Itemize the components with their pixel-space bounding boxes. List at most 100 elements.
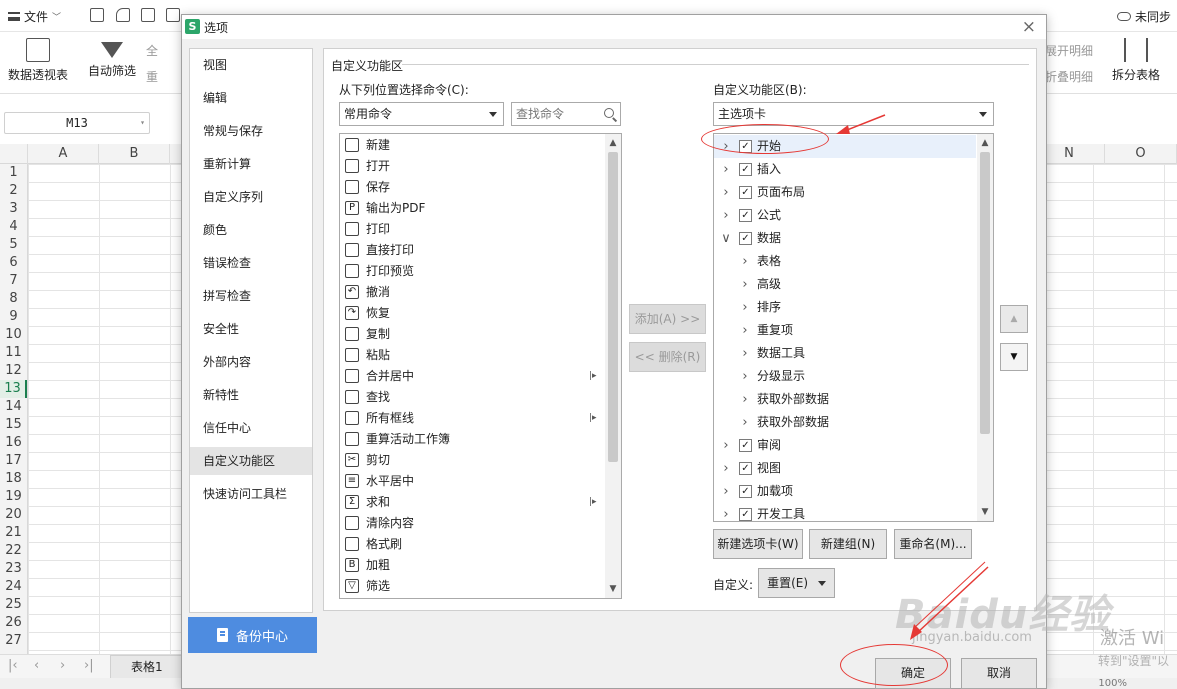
category-item[interactable]: 颜色 [190, 216, 312, 244]
command-item[interactable]: ↷ 恢复 [342, 303, 602, 324]
scroll-down-icon[interactable]: ▼ [605, 582, 621, 596]
command-item[interactable]: 格式刷 [342, 534, 602, 555]
close-icon[interactable]: × [1022, 17, 1036, 37]
chevron-right-icon[interactable]: › [720, 480, 732, 503]
cancel-button[interactable]: 取消 [961, 658, 1037, 689]
chevron-right-icon[interactable]: › [720, 158, 732, 181]
row-header[interactable]: 23 [0, 560, 27, 578]
chevron-right-icon[interactable]: › [720, 434, 732, 457]
category-item[interactable]: 自定义序列 [190, 183, 312, 211]
sync-status[interactable]: 未同步 [1116, 8, 1171, 25]
chevron-right-icon[interactable]: › [739, 273, 751, 296]
row-header[interactable]: 2 [0, 182, 27, 200]
tree-item[interactable]: › ✓ 视图 [714, 457, 976, 480]
tab-checkbox[interactable]: ✓ [739, 485, 752, 498]
chevron-right-icon[interactable]: › [720, 204, 732, 227]
row-header[interactable]: 7 [0, 272, 27, 290]
last-sheet-icon[interactable]: ›| [84, 658, 94, 673]
category-item[interactable]: 错误检查 [190, 249, 312, 277]
tab-checkbox[interactable]: ✓ [739, 209, 752, 222]
collapse-detail-button[interactable]: 折叠明细 [1045, 68, 1093, 85]
row-header[interactable]: 19 [0, 488, 27, 506]
tree-item[interactable]: › ✓ 公式 [714, 204, 976, 227]
command-item[interactable]: 新建 [342, 135, 602, 156]
ribbon-tree[interactable]: › ✓ 开始 › ✓ 插入 › ✓ 页面布局 › ✓ 公式 ∨ ✓ 数据 › 表格 › 高级 › 排序 › 重复项 › 数据工具… [713, 133, 994, 522]
column-header[interactable]: A [28, 144, 99, 164]
category-item[interactable]: 拼写检查 [190, 282, 312, 310]
category-item[interactable]: 外部内容 [190, 348, 312, 376]
chevron-right-icon[interactable]: › [739, 388, 751, 411]
command-item[interactable]: ✂ 剪切 [342, 450, 602, 471]
chevron-right-icon[interactable]: › [739, 365, 751, 388]
export-icon[interactable] [116, 8, 130, 22]
chevron-right-icon[interactable]: › [720, 503, 732, 521]
tab-checkbox[interactable]: ✓ [739, 163, 752, 176]
move-down-button[interactable]: ▼ [1000, 343, 1028, 371]
command-item[interactable]: 所有框线 |▸ [342, 408, 602, 429]
preview-icon[interactable] [166, 8, 180, 22]
scroll-down-icon[interactable]: ▼ [977, 505, 993, 519]
add-button[interactable]: 添加(A) >> [629, 304, 706, 334]
scroll-up-icon[interactable]: ▲ [977, 136, 993, 150]
new-tab-button[interactable]: 新建选项卡(W) [713, 529, 803, 559]
tree-item[interactable]: › 获取外部数据 [714, 388, 976, 411]
rename-button[interactable]: 重命名(M)... [894, 529, 972, 559]
pivot-table-button[interactable]: 数据透视表 [6, 38, 70, 83]
row-header[interactable]: 9 [0, 308, 27, 326]
ribbon-partial-1[interactable]: 全 [146, 42, 158, 59]
zoom-level[interactable]: 100% [1098, 678, 1127, 689]
tree-item[interactable]: › ✓ 审阅 [714, 434, 976, 457]
command-item[interactable]: 重算活动工作簿 [342, 429, 602, 450]
row-header[interactable]: 25 [0, 596, 27, 614]
sheet-tab[interactable]: 表格1 [110, 655, 184, 679]
chevron-right-icon[interactable]: › [739, 250, 751, 273]
row-header[interactable]: 11 [0, 344, 27, 362]
row-header[interactable]: 21 [0, 524, 27, 542]
ribbon-scope-dropdown[interactable]: 主选项卡 [713, 102, 994, 126]
chevron-down-icon[interactable]: ▾ [140, 113, 145, 133]
command-search-box[interactable] [511, 102, 621, 126]
row-header[interactable]: 24 [0, 578, 27, 596]
save-icon[interactable] [90, 8, 104, 22]
tree-item[interactable]: › 分级显示 [714, 365, 976, 388]
choose-from-dropdown[interactable]: 常用命令 [339, 102, 504, 126]
command-list-scrollbar[interactable]: ▲ ▼ [605, 134, 621, 598]
category-item[interactable]: 快速访问工具栏 [190, 480, 312, 508]
row-header[interactable]: 14 [0, 398, 27, 416]
tree-item[interactable]: › 获取外部数据 [714, 411, 976, 434]
scrollbar-thumb[interactable] [608, 152, 618, 462]
scrollbar-thumb[interactable] [980, 152, 990, 434]
command-item[interactable]: 保存 [342, 177, 602, 198]
tab-checkbox[interactable]: ✓ [739, 439, 752, 452]
select-all-corner[interactable] [0, 144, 28, 164]
category-item[interactable]: 视图 [190, 51, 312, 79]
command-item[interactable]: ▽ 筛选 [342, 576, 602, 597]
category-item[interactable]: 重新计算 [190, 150, 312, 178]
dialog-titlebar[interactable]: S 选项 × [182, 15, 1046, 39]
row-header[interactable]: 3 [0, 200, 27, 218]
category-item[interactable]: 新特性 [190, 381, 312, 409]
row-header[interactable]: 5 [0, 236, 27, 254]
autofilter-button[interactable]: 自动筛选 [86, 38, 138, 79]
ribbon-partial-2[interactable]: 重 [146, 68, 158, 85]
command-item[interactable]: P 输出为PDF [342, 198, 602, 219]
tree-item[interactable]: › ✓ 开发工具 [714, 503, 976, 521]
row-header[interactable]: 27 [0, 632, 27, 650]
file-menu[interactable]: 文件 ﹀ [8, 8, 61, 25]
command-item[interactable]: 复制 [342, 324, 602, 345]
command-item[interactable]: ↶ 撤消 [342, 282, 602, 303]
expand-detail-button[interactable]: 展开明细 [1045, 42, 1093, 59]
command-item[interactable]: 合并居中 |▸ [342, 366, 602, 387]
split-table-button[interactable]: 拆分表格 [1104, 38, 1168, 83]
remove-button[interactable]: << 删除(R) [629, 342, 706, 372]
row-header[interactable]: 26 [0, 614, 27, 632]
command-item[interactable]: 清除内容 [342, 513, 602, 534]
row-header[interactable]: 17 [0, 452, 27, 470]
tree-item[interactable]: › 高级 [714, 273, 976, 296]
scroll-up-icon[interactable]: ▲ [605, 136, 621, 150]
row-header[interactable]: 4 [0, 218, 27, 236]
search-icon[interactable] [604, 108, 614, 118]
tree-item[interactable]: › ✓ 页面布局 [714, 181, 976, 204]
tree-item[interactable]: › ✓ 插入 [714, 158, 976, 181]
chevron-down-icon[interactable]: ∨ [720, 227, 732, 250]
